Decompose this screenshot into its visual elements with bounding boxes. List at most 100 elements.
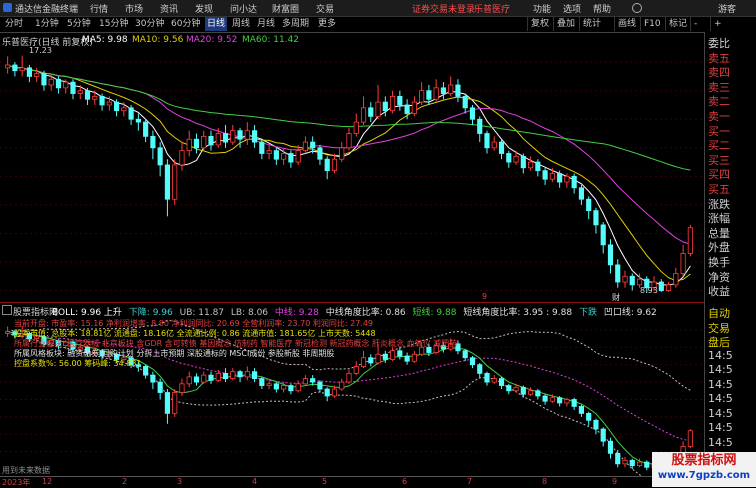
candle-body (237, 130, 243, 140)
stats-button[interactable]: 统计 (579, 17, 604, 31)
menu-options[interactable]: 选项 (563, 2, 581, 15)
x-axis-label: 2 (122, 477, 128, 486)
x-axis-label: 7 (467, 477, 473, 486)
candle-body (578, 187, 585, 200)
quote-field-label: 买一 (708, 124, 730, 138)
trade-detail-label: 14:5 (708, 392, 733, 405)
menu-wealth[interactable]: 财富圈 (272, 2, 299, 15)
quote-field-label: 卖四 (708, 66, 730, 80)
candle-body (157, 147, 163, 166)
candle-body (607, 244, 614, 266)
candle-body (215, 372, 221, 381)
candle-body (302, 141, 308, 152)
zoom-in-button[interactable]: + (710, 17, 725, 31)
indicator-menu-icon[interactable] (2, 305, 12, 315)
menu-function[interactable]: 功能 (533, 2, 551, 15)
candle-body (484, 133, 490, 149)
user-label[interactable]: 游客 (718, 2, 736, 15)
menu-ask[interactable]: 问小达 (230, 2, 257, 15)
app-logo-icon (3, 3, 12, 12)
quote-field-label: 买二 (708, 139, 730, 153)
candle-body (114, 101, 120, 112)
period-tab[interactable]: 5分钟 (65, 17, 93, 31)
zoom-out-button[interactable]: - (690, 17, 700, 31)
period-tab[interactable]: 1分钟 (33, 17, 61, 31)
period-tab[interactable]: 月线 (255, 17, 277, 31)
candle-body (179, 150, 185, 166)
menu-discover[interactable]: 发现 (195, 2, 213, 15)
period-tab[interactable]: 分时 (3, 17, 25, 31)
high-price-label: 17.23 (29, 46, 52, 55)
low-price-label: 8.93 (640, 286, 658, 295)
candle-body (513, 155, 519, 163)
candle-body (324, 388, 330, 397)
trade-detail-label: 14:5 (708, 363, 733, 376)
candle-body (5, 64, 11, 69)
x-axis-label: 2023年 (2, 478, 31, 487)
candle-body (411, 101, 417, 114)
ma60-label: MA60: 11.42 (242, 35, 300, 45)
quote-field-label: 净资 (708, 270, 730, 284)
mark-button[interactable]: 标记 (665, 17, 690, 31)
adjust-button[interactable]: 复权 (527, 17, 552, 31)
candle-body (666, 284, 672, 291)
candle-body (462, 350, 468, 359)
period-tab[interactable]: 多周期 (280, 17, 311, 31)
candle-body (251, 371, 258, 380)
x-axis-label: 12 (42, 477, 53, 486)
candle-body (324, 158, 330, 172)
candle-body (5, 331, 11, 334)
candle-body (201, 135, 207, 149)
menu-quotes[interactable]: 行情 (90, 2, 108, 15)
trade-detail-label: 14:5 (708, 377, 733, 391)
candle-body (273, 150, 279, 160)
candle-body (477, 364, 483, 374)
candle-body (273, 383, 279, 390)
ma20-label: MA20: 9.52 (186, 35, 238, 45)
candle-body (208, 374, 214, 381)
candle-body (455, 84, 461, 97)
period-tab-active[interactable]: 日线 (205, 17, 228, 31)
candle-body (644, 461, 650, 468)
period-more[interactable]: 更多 (316, 17, 338, 31)
period-tab[interactable]: 15分钟 (97, 17, 130, 31)
candle-body (92, 96, 98, 100)
menu-trade[interactable]: 交易 (316, 2, 334, 15)
draw-button[interactable]: 画线 (614, 17, 639, 31)
candle-body (411, 353, 417, 362)
candlestick-chart[interactable] (0, 45, 704, 302)
candle-body (244, 371, 250, 378)
overlay-button[interactable]: 叠加 (553, 17, 578, 31)
f10-button[interactable]: F10 (640, 17, 664, 31)
menu-market[interactable]: 市场 (125, 2, 143, 15)
quote-field-label: 委比 (708, 37, 730, 50)
ma10-label: MA10: 9.56 (132, 35, 184, 45)
candle-body (687, 227, 693, 254)
candle-body (593, 419, 599, 430)
watermark-title: 股票指标网 (671, 453, 737, 468)
candle-body (462, 96, 468, 109)
title-bar: 通达信金融终端 行情 市场 资讯 发现 问小达 财富圈 交易 证券交易未登录 乐… (0, 0, 756, 17)
candle-body (389, 350, 396, 360)
menu-help[interactable]: 帮助 (593, 2, 611, 15)
candle-body (259, 141, 265, 154)
candle-body (382, 101, 388, 112)
period-tab[interactable]: 周线 (230, 17, 252, 31)
menu-news[interactable]: 资讯 (160, 2, 178, 15)
candle-body (382, 353, 388, 360)
period-tab[interactable]: 60分钟 (169, 17, 202, 31)
candle-body (266, 383, 272, 386)
candle-body (172, 164, 178, 200)
candle-body (680, 253, 686, 274)
candle-body (535, 390, 541, 397)
promo-link[interactable]: 证券交易未登录 (412, 2, 475, 15)
candle-body (557, 397, 563, 404)
user-icon[interactable] (632, 3, 642, 13)
candle-body (578, 406, 585, 414)
future-data-note: 用到未来数据 (2, 466, 50, 475)
candle-body (549, 397, 555, 402)
event-marker[interactable]: 9 (482, 292, 487, 301)
trade-detail-label: 14:5 (708, 348, 733, 362)
period-tab[interactable]: 30分钟 (133, 17, 166, 31)
candle-body (164, 392, 171, 414)
